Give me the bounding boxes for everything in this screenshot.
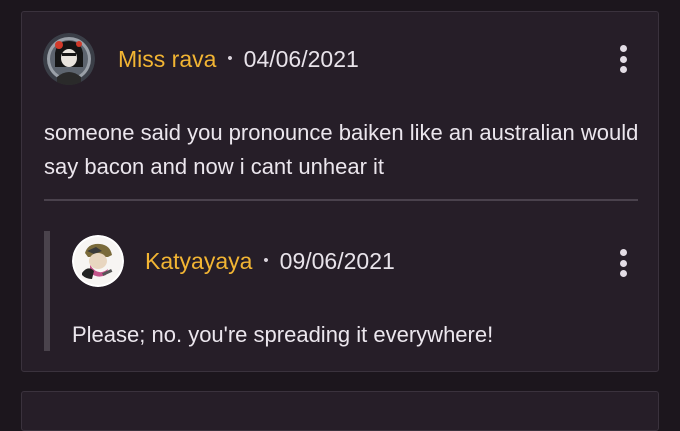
comment-username[interactable]: Miss rava — [118, 46, 216, 73]
menu-dot — [619, 66, 627, 73]
separator-dot: • — [263, 251, 269, 269]
menu-dot — [619, 259, 627, 267]
menu-dot — [619, 55, 627, 63]
menu-dot — [619, 45, 627, 52]
reply-username[interactable]: Katyayaya — [145, 248, 252, 275]
user-avatar-icon[interactable] — [43, 33, 95, 85]
menu-dot — [619, 270, 627, 277]
comment-text: someone said you pronounce baiken like a… — [44, 120, 639, 179]
reply-indent-bar — [44, 231, 50, 351]
menu-dot — [619, 249, 627, 256]
reply-header: Katyayaya • 09/06/2021 — [72, 235, 395, 287]
reply-text: Please; no. you're spreading it everywhe… — [72, 322, 494, 347]
comment-header: Miss rava • 04/06/2021 — [43, 33, 359, 85]
next-comment-card — [21, 391, 659, 431]
separator-dot: • — [227, 49, 233, 67]
comment-card: Miss rava • 04/06/2021 someone said you … — [21, 11, 659, 372]
more-vertical-icon[interactable] — [611, 39, 635, 79]
divider — [44, 199, 638, 201]
comment-date: 04/06/2021 — [243, 45, 359, 72]
reply-date: 09/06/2021 — [279, 247, 395, 274]
user-avatar-icon[interactable] — [72, 235, 124, 287]
more-vertical-icon[interactable] — [611, 243, 635, 283]
